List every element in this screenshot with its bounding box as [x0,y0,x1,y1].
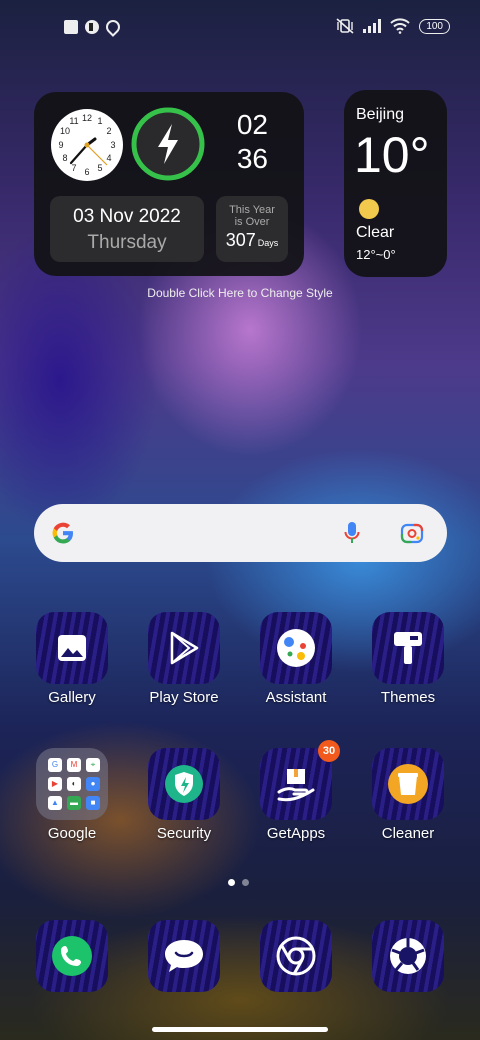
app-label: Cleaner [381,825,435,842]
status-right-icons: 100 [336,18,450,34]
svg-text:4: 4 [106,153,111,163]
google-g-icon [52,522,73,544]
app-gallery[interactable]: Gallery [22,612,122,706]
app-google-folder[interactable]: G M ⌖ ▶ ◐ ● ▲ ▬ ■ Google [22,748,122,842]
signal-icon [363,19,382,33]
svg-text:7: 7 [71,163,76,173]
svg-text:1: 1 [97,116,102,126]
notification-badge: 30 [318,740,340,762]
change-style-hint[interactable]: Double Click Here to Change Style [0,286,480,300]
chrome-icon [260,920,332,992]
year-label-line1: This Year [229,204,275,216]
app-notification-icon [85,20,99,34]
app-label: Assistant [265,689,327,706]
app-assistant[interactable]: Assistant [246,612,346,706]
dock-chrome[interactable] [246,920,346,992]
messages-icon [148,920,220,992]
gesture-nav-bar[interactable] [152,1027,328,1032]
page-dot [242,879,249,886]
year-progress-box: This Year is Over 307 Days [216,196,288,262]
time-minute: 36 [236,143,268,174]
status-left-icons [64,17,123,37]
google-lens-icon[interactable] [400,522,424,544]
status-bar: 100 [0,0,480,56]
sun-icon [359,199,379,219]
charging-ring-icon [131,107,205,181]
app-label: Google [47,825,97,842]
svg-text:9: 9 [58,140,63,150]
svg-text:6: 6 [84,167,89,177]
app-play-store[interactable]: Play Store [134,612,234,706]
getapps-icon: 30 [260,740,340,820]
app-label: Play Store [149,689,219,706]
app-getapps[interactable]: 30 GetApps [246,740,346,842]
vibrate-off-icon [336,18,354,34]
svg-text:3: 3 [110,140,115,150]
svg-text:8: 8 [62,153,67,163]
camera-icon [372,920,444,992]
play-store-icon [148,612,220,684]
year-label: This Year is Over [216,204,288,228]
app-themes[interactable]: Themes [358,612,458,706]
security-icon [148,748,220,820]
year-days-value: 307 [225,230,256,250]
app-cleaner[interactable]: Cleaner [358,748,458,842]
screenshot-icon [64,20,78,34]
weather-range: 12°~0° [356,247,396,262]
weather-condition: Clear [356,224,395,241]
app-security[interactable]: Security [134,748,234,842]
clock-widget[interactable]: 12 1 2 345 678 9 10 11 02 36 03 Nov 2022 Thu… [34,92,304,276]
year-label-line2: is Over [234,216,270,228]
dock-messages[interactable] [134,920,234,992]
weekday-text: Thursday [87,232,167,253]
year-days-unit: Days [257,238,279,248]
app-label: Gallery [48,689,96,706]
time-hour: 02 [236,109,268,140]
svg-text:5: 5 [97,163,102,173]
app-label: GetApps [266,825,326,842]
wifi-icon [390,18,411,34]
page-indicator [228,879,249,886]
date-text: 03 Nov 2022 [73,206,181,227]
analog-clock-icon: 12 12 345 678 91011 [51,109,123,181]
svg-text:2: 2 [106,126,111,136]
year-days: 307 Days [216,230,288,251]
microphone-icon[interactable] [344,521,360,545]
digital-time: 02 36 [237,108,268,176]
google-folder-icon: G M ⌖ ▶ ◐ ● ▲ ▬ ■ [36,748,108,820]
google-search-bar[interactable] [34,504,447,562]
dock-camera[interactable] [358,920,458,992]
svg-text:10: 10 [60,126,70,136]
page-dot-active [228,879,235,886]
phone-icon [36,920,108,992]
weather-widget[interactable]: Beijing 10° Clear 12°~0° [344,90,447,277]
weather-temperature: 10° [354,127,430,183]
app-label: Security [156,825,212,842]
svg-text:11: 11 [69,116,78,126]
weather-city: Beijing [356,106,405,123]
gallery-icon [36,612,108,684]
cleaner-icon [372,748,444,820]
battery-icon: 100 [419,18,450,34]
dock-phone[interactable] [22,920,122,992]
assistant-icon [260,612,332,684]
app-label: Themes [380,689,436,706]
date-box: 03 Nov 2022 Thursday [50,196,204,262]
location-icon [103,17,123,37]
themes-icon [372,612,444,684]
svg-text:12: 12 [82,113,92,123]
